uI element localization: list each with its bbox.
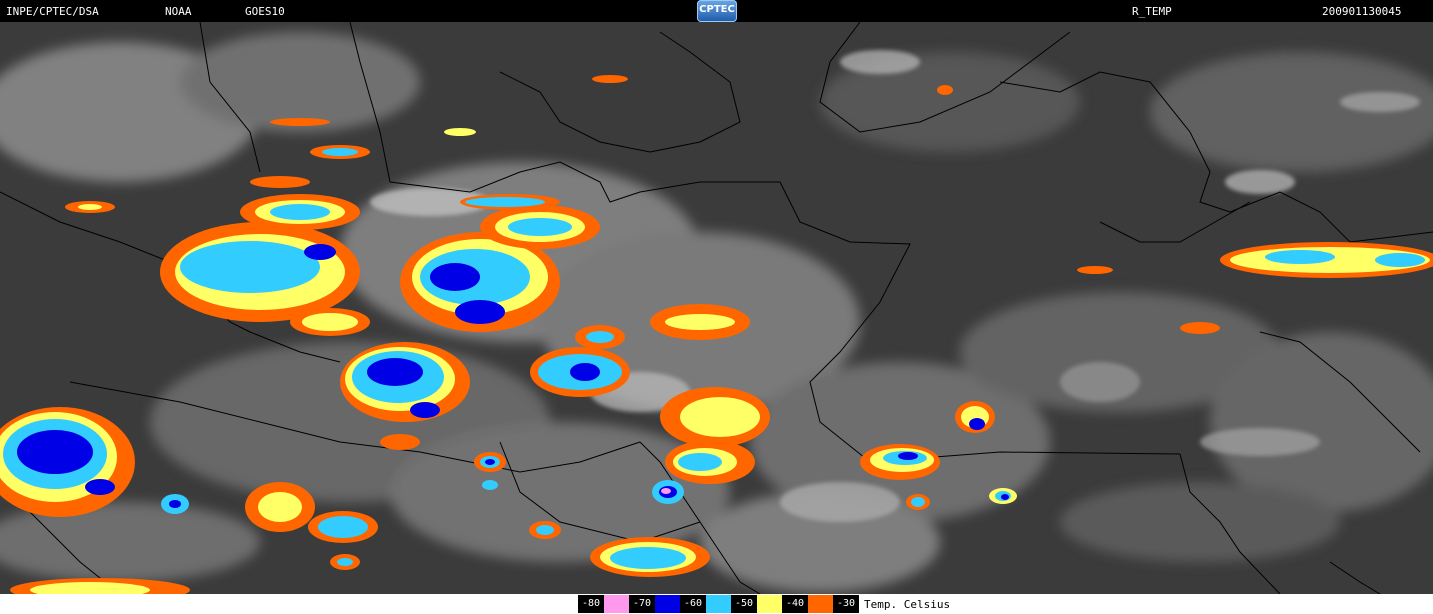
legend-swatch-60: [706, 595, 731, 613]
legend-swatch-40: [808, 595, 833, 613]
legend-swatch-50: [757, 595, 782, 613]
legend-label-80: -80: [578, 595, 604, 613]
timestamp-label: 200901130045: [1322, 5, 1402, 18]
legend-label-40: -40: [782, 595, 808, 613]
legend-swatch-80: [604, 595, 629, 613]
temperature-legend: -80 -70 -60 -50 -40 -30 Temp. Celsius: [578, 595, 950, 613]
legend-title: Temp. Celsius: [864, 597, 951, 611]
legend-label-60: -60: [680, 595, 706, 613]
satellite-map: [0, 22, 1433, 594]
cptec-logo: CPTEC: [697, 0, 737, 22]
product-label: R_TEMP: [1132, 5, 1172, 18]
source-label: INPE/CPTEC/DSA: [6, 5, 99, 18]
agency-label: NOAA: [165, 5, 192, 18]
legend-label-70: -70: [629, 595, 655, 613]
legend-label-30: -30: [833, 595, 859, 613]
satellite-label: GOES10: [245, 5, 285, 18]
legend-label-50: -50: [731, 595, 757, 613]
header-bar: INPE/CPTEC/DSA NOAA GOES10 CPTEC R_TEMP …: [0, 0, 1433, 22]
legend-swatch-70: [655, 595, 680, 613]
